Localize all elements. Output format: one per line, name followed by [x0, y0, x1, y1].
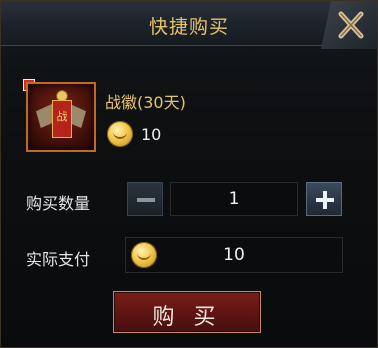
dialog-title: 快捷购买 [148, 16, 229, 38]
plus-icon [323, 191, 327, 209]
quick-buy-dialog: 快捷购买 战 战徽(30天) 10 购买数量 1 实际支付 10 购 买 [0, 0, 378, 348]
payment-field: 10 [125, 237, 343, 273]
close-x-icon [338, 11, 364, 39]
item-name: 战徽(30天) [105, 93, 186, 112]
emblem-wing-right [70, 104, 86, 128]
increase-quantity-button[interactable] [306, 182, 342, 216]
quantity-label: 购买数量 [26, 194, 91, 213]
payment-label: 实际支付 [26, 250, 91, 269]
buy-button-label: 购 买 [152, 305, 222, 330]
close-button[interactable] [321, 1, 377, 49]
decrease-quantity-button[interactable] [127, 182, 163, 216]
item-price: 10 [141, 125, 162, 144]
dialog-header: 快捷购买 [1, 1, 377, 49]
payment-value: 10 [223, 245, 245, 265]
emblem-glyph: 战 [56, 110, 68, 123]
quantity-input[interactable]: 1 [170, 182, 298, 216]
buy-button[interactable]: 购 买 [113, 291, 261, 333]
minus-icon [137, 198, 155, 202]
gold-coin-icon [107, 121, 133, 147]
war-emblem-icon: 战 [26, 82, 96, 152]
emblem-wing-left [36, 104, 52, 128]
